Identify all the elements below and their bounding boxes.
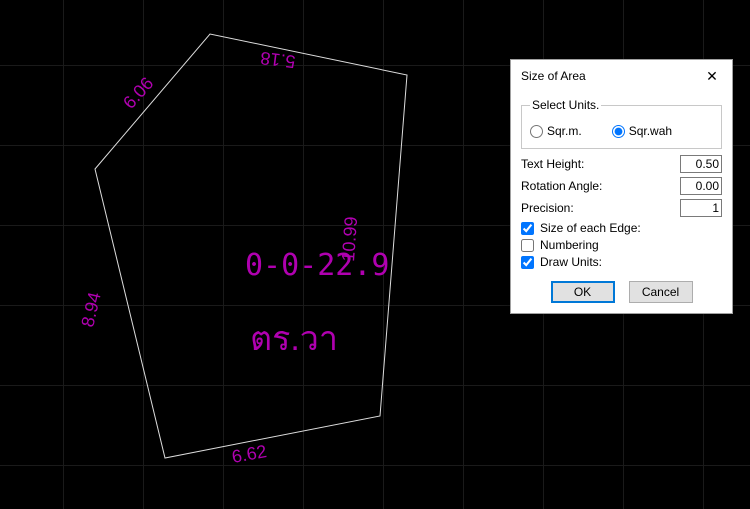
precision-input[interactable] [680,199,722,217]
chk-edge-label: Size of each Edge: [540,221,641,235]
area-unit-label: ตร.วา [250,320,338,358]
rotation-label: Rotation Angle: [521,179,602,193]
text-height-input[interactable] [680,155,722,173]
dialog-titlebar[interactable]: Size of Area ✕ [511,60,732,92]
area-value: 0-0-22.9 [245,248,390,283]
edge-label-3: 6.62 [230,441,268,467]
edge-label-1: 5.18 [259,48,296,72]
radio-sqwah[interactable]: Sqr.wah [612,124,672,138]
size-of-area-dialog: Size of Area ✕ Select Units. Sqr.m. Sqr.… [510,59,733,314]
radio-sqwah-label: Sqr.wah [629,124,672,138]
chk-drawunits-input[interactable] [521,256,534,269]
chk-edge-input[interactable] [521,222,534,235]
radio-sqm[interactable]: Sqr.m. [530,124,582,138]
close-icon[interactable]: ✕ [698,66,726,86]
chk-numbering[interactable]: Numbering [521,238,722,252]
text-height-label: Text Height: [521,157,584,171]
chk-numbering-input[interactable] [521,239,534,252]
ok-button[interactable]: OK [551,281,615,303]
chk-edge[interactable]: Size of each Edge: [521,221,722,235]
chk-drawunits-label: Draw Units: [540,255,602,269]
units-group: Select Units. Sqr.m. Sqr.wah [521,98,722,149]
edge-label-4: 8.94 [77,290,104,329]
dialog-title: Size of Area [521,69,586,83]
rotation-input[interactable] [680,177,722,195]
cancel-button[interactable]: Cancel [629,281,693,303]
precision-label: Precision: [521,201,574,215]
edge-label-5: 6.06 [119,73,157,112]
radio-sqwah-input[interactable] [612,125,625,138]
chk-drawunits[interactable]: Draw Units: [521,255,722,269]
radio-sqm-label: Sqr.m. [547,124,582,138]
units-legend: Select Units. [530,98,601,112]
chk-numbering-label: Numbering [540,238,599,252]
edge-label-2: 10.99 [338,216,361,262]
radio-sqm-input[interactable] [530,125,543,138]
